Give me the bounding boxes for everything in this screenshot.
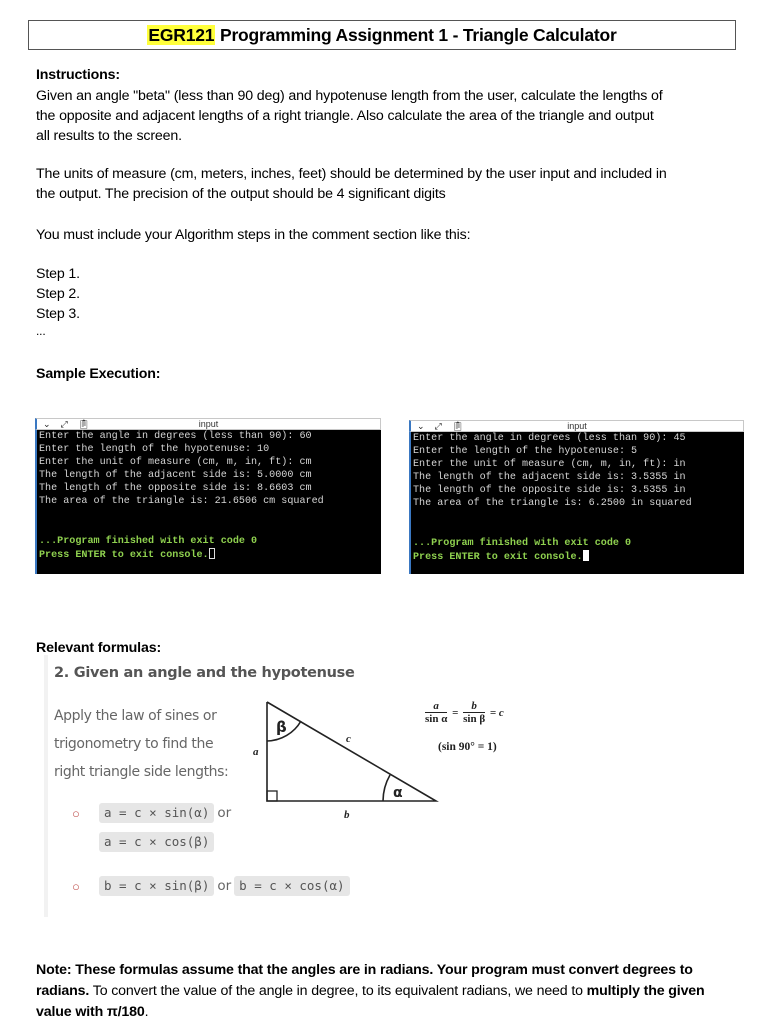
console-output[interactable]: Enter the angle in degrees (less than 90…	[35, 430, 381, 574]
formula-a-line-2: a = c × cos(β)	[99, 832, 215, 852]
formula-code: b = c × cos(α)	[234, 876, 350, 896]
formula-a-line-1: a = c × sin(α) or	[99, 803, 234, 823]
text-line: right triangle side lengths:	[54, 764, 229, 780]
fraction-a: a sin α	[425, 700, 448, 725]
triangle-outline	[266, 701, 439, 802]
step-item: Step 3.	[36, 306, 80, 322]
or-text: or	[217, 805, 232, 821]
console-line: The length of the adjacent side is: 3.53…	[413, 472, 686, 484]
console-line: Enter the length of the hypotenuse: 5	[413, 446, 638, 458]
console-line: Enter the length of the hypotenuse: 10	[39, 444, 270, 456]
text-line: The units of measure (cm, meters, inches…	[36, 166, 667, 182]
law-of-sines: a sin α = b sin β = c	[425, 700, 504, 725]
sample-execution-heading: Sample Execution:	[36, 366, 161, 382]
numerator: a	[425, 700, 448, 713]
instructions-paragraph-2: The units of measure (cm, meters, inches…	[36, 164, 736, 204]
text-line: all results to the screen.	[36, 128, 182, 144]
formula-code: a = c × sin(α)	[99, 803, 215, 823]
bullet-circle-icon: ○	[72, 879, 80, 894]
console-title: input	[198, 419, 219, 429]
sin-90-note: (sin 90° = 1)	[438, 741, 497, 753]
formula-code: b = c × sin(β)	[99, 876, 215, 896]
bullet-circle-icon: ○	[72, 806, 80, 821]
beta-label: β	[276, 718, 287, 736]
formula-description: Apply the law of sines or trigonometry t…	[54, 702, 244, 786]
console-output[interactable]: Enter the angle in degrees (less than 90…	[409, 432, 744, 574]
console-line: The area of the triangle is: 6.2500 in s…	[413, 498, 692, 510]
equals-c: = c	[489, 706, 504, 719]
text-line: the opposite and adjacent lengths of a r…	[36, 108, 654, 124]
exit-prompt-text: Press ENTER to exit console.	[413, 551, 583, 563]
formula-bullet-b: ○	[72, 878, 80, 896]
text-cursor	[582, 549, 589, 561]
document-title: EGR121 Programming Assignment 1 - Triang…	[28, 20, 736, 50]
text-line: trigonometry to find the	[54, 736, 214, 752]
text-line: Apply the law of sines or	[54, 708, 217, 724]
side-a-label: a	[253, 746, 259, 758]
denominator: sin α	[425, 713, 448, 725]
side-b-label: b	[344, 809, 350, 820]
console-toolbar: ⌄ ⤢ 📋︎ input	[35, 418, 381, 430]
text-line: Given an angle "beta" (less than 90 deg)…	[36, 88, 663, 104]
or-text: or	[217, 878, 232, 894]
alpha-arc	[382, 774, 391, 802]
formula-bullet-a: ○	[72, 805, 80, 823]
console-line: Enter the unit of measure (cm, m, in, ft…	[413, 459, 686, 471]
course-code-highlight: EGR121	[147, 25, 216, 45]
console-line: Enter the unit of measure (cm, m, in, ft…	[39, 457, 312, 469]
exit-status-line: ...Program finished with exit code 0	[39, 535, 258, 547]
step-item: Step 1.	[36, 266, 80, 282]
note-text: To convert the value of the angle in deg…	[89, 983, 587, 999]
instructions-heading: Instructions:	[36, 67, 120, 83]
console-window-1: ⌄ ⤢ 📋︎ input Enter the angle in degrees (l…	[35, 418, 381, 574]
console-line: The length of the opposite side is: 3.53…	[413, 485, 686, 497]
fraction-b: b sin β	[463, 700, 486, 725]
right-angle-marker	[266, 790, 278, 802]
title-text: Programming Assignment 1 - Triangle Calc…	[215, 25, 617, 45]
formula-code: a = c × cos(β)	[99, 832, 215, 852]
exit-status-line: ...Program finished with exit code 0	[413, 537, 632, 549]
console-window-2: ⌄ ⤢ 📋︎ input Enter the angle in degrees (l…	[409, 420, 744, 574]
step-item: Step 2.	[36, 286, 80, 302]
console-line: The length of the opposite side is: 8.66…	[39, 483, 312, 495]
formula-b-line: b = c × sin(β) or b = c × cos(α)	[99, 876, 350, 896]
instructions-paragraph-3: You must include your Algorithm steps in…	[36, 227, 471, 243]
instructions-paragraph-1: Given an angle "beta" (less than 90 deg)…	[36, 86, 736, 146]
numerator: b	[463, 700, 486, 713]
console-toolbar: ⌄ ⤢ 📋︎ input	[409, 420, 744, 432]
algorithm-steps: Step 1. Step 2. Step 3. ...	[36, 264, 736, 338]
equals-sign: =	[452, 706, 459, 719]
console-line: The area of the triangle is: 21.6506 cm …	[39, 496, 324, 508]
console-title: input	[567, 421, 587, 431]
step-item: ...	[36, 324, 46, 338]
exit-prompt-line: Press ENTER to exit console.	[39, 547, 381, 562]
note-end: .	[144, 1004, 149, 1020]
exit-prompt-text: Press ENTER to exit console.	[39, 549, 209, 561]
console-line: Enter the angle in degrees (less than 90…	[39, 431, 312, 442]
console-line: The length of the adjacent side is: 5.00…	[39, 470, 312, 482]
right-triangle-diagram: β α a c b	[253, 701, 439, 820]
denominator: sin β	[463, 713, 486, 725]
text-line: the output. The precision of the output …	[36, 186, 446, 202]
exit-prompt-line: Press ENTER to exit console.	[413, 549, 744, 564]
console-line: Enter the angle in degrees (less than 90…	[413, 433, 686, 444]
side-c-label: c	[346, 733, 351, 745]
radians-note: Note: These formulas assume that the ang…	[36, 960, 736, 1023]
text-cursor	[208, 547, 215, 559]
alpha-label: α	[393, 785, 403, 801]
